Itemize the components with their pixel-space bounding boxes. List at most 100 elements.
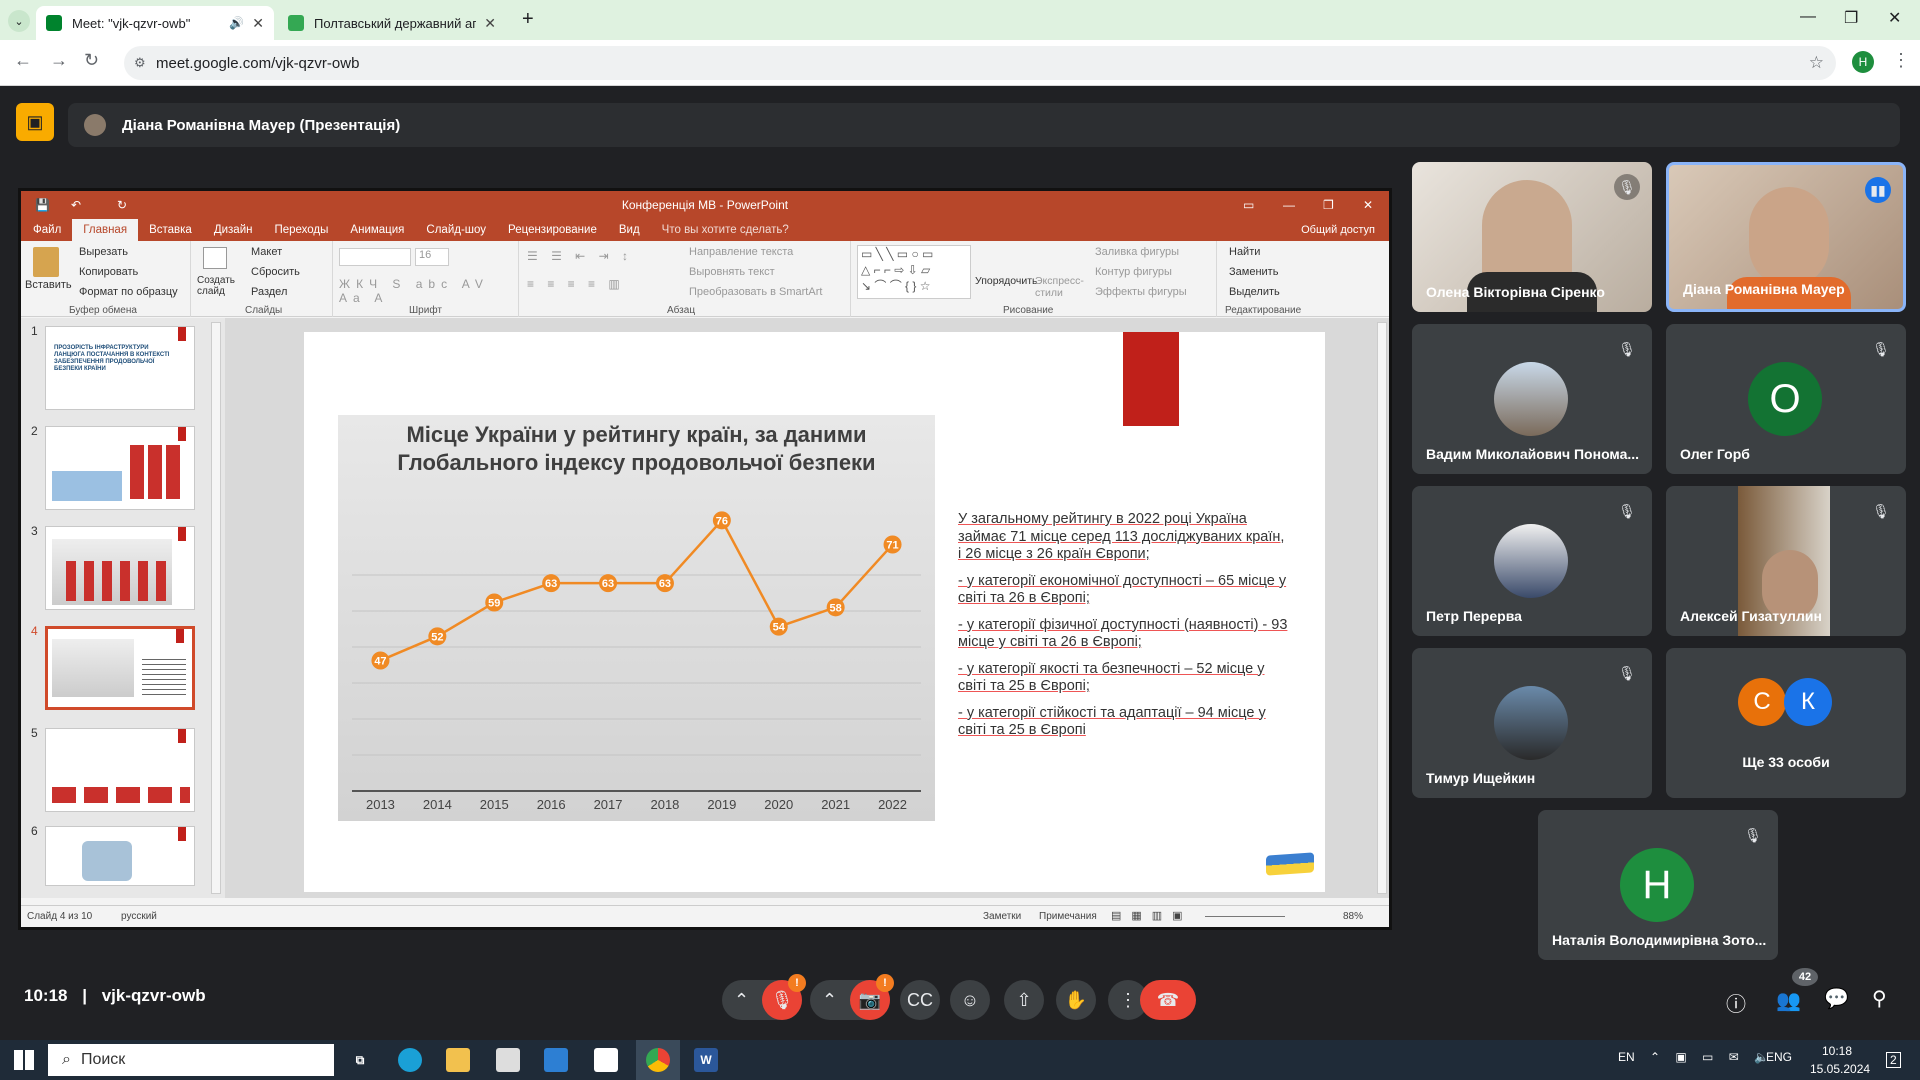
participant-tile[interactable]: ▮▮ Діана Романівна Мауер (1666, 162, 1906, 312)
back-icon[interactable]: ← (14, 50, 32, 71)
slide-thumbnail-6[interactable] (45, 826, 195, 886)
ppt-close-icon[interactable]: ✕ (1363, 191, 1373, 219)
tab-search-button[interactable]: ⌄ (8, 10, 30, 32)
chat-icon[interactable]: 💬 (1824, 986, 1849, 1011)
new-slide-icon[interactable] (203, 247, 227, 269)
tab-view[interactable]: Вид (608, 219, 651, 241)
shape-effects-button[interactable]: Эффекты фигуры (1095, 286, 1187, 298)
ppt-minimize-icon[interactable]: — (1283, 191, 1295, 219)
font-formatting-icons[interactable]: ЖКЧ S abc AV Aa A (339, 277, 518, 305)
ribbon-display-icon[interactable]: ▭ (1243, 191, 1254, 219)
redo-icon[interactable]: ↻ (117, 191, 127, 219)
site-info-icon[interactable]: ⚙ (134, 55, 146, 71)
captions-icon[interactable]: CC (900, 980, 940, 1020)
format-painter-button[interactable]: Формат по образцу (79, 286, 178, 298)
align-text-button[interactable]: Выровнять текст (689, 266, 775, 278)
tab-review[interactable]: Рецензирование (497, 219, 608, 241)
cut-button[interactable]: Вырезать (79, 246, 128, 258)
notes-button[interactable]: Заметки (983, 911, 1021, 922)
edge-icon[interactable] (398, 1048, 422, 1072)
participant-tile[interactable]: 🎙 Тимур Ищейкин (1412, 648, 1652, 798)
raise-hand-icon[interactable]: ✋ (1056, 980, 1096, 1020)
tab-design[interactable]: Дизайн (203, 219, 264, 241)
document-icon[interactable] (594, 1048, 618, 1072)
others-tile[interactable]: С К Ще 33 особи (1666, 648, 1906, 798)
clock-time[interactable]: 10:18 (1822, 1044, 1852, 1058)
tab-home[interactable]: Главная (72, 219, 139, 241)
tab-insert[interactable]: Вставка (138, 219, 203, 241)
quick-styles-button[interactable]: Экспресс-стили (1035, 275, 1085, 299)
close-window-icon[interactable]: ✕ (1888, 8, 1901, 28)
present-screen-icon[interactable]: ⇧ (1004, 980, 1044, 1020)
leave-call-button[interactable]: ☎ (1140, 980, 1196, 1020)
restore-icon[interactable]: ❐ (1844, 8, 1858, 28)
slide-thumbnail-5[interactable] (45, 728, 195, 812)
shapes-gallery[interactable]: ▭ ╲ ╲ ▭ ○ ▭ △ ⌐ ⌐ ⇨ ⇩ ▱ ↘ ⌒ ⌒ { } ☆ (857, 245, 971, 299)
stop-presenting-icon[interactable]: ▣ (16, 103, 54, 141)
task-view-icon[interactable]: ⧉ (348, 1048, 372, 1072)
participant-tile[interactable]: О 🎙 Олег Горб (1666, 324, 1906, 474)
tab-slideshow[interactable]: Слайд-шоу (415, 219, 497, 241)
layout-button[interactable]: Макет (251, 246, 282, 258)
new-tab-button[interactable]: + (522, 8, 534, 31)
slide-thumbnail-4[interactable] (45, 626, 195, 710)
copy-button[interactable]: Копировать (79, 266, 138, 278)
select-button[interactable]: Выделить (1229, 286, 1280, 298)
paste-button[interactable]: Вставить (25, 279, 72, 291)
participant-tile[interactable]: 🎙 Алексей Гизатуллин (1666, 486, 1906, 636)
input-language[interactable]: ENG (1766, 1050, 1792, 1064)
zoom-level[interactable]: 88% (1343, 911, 1363, 922)
tray-icons[interactable]: ⌃ ▣ ▭ ✉ 🔈 (1650, 1050, 1775, 1064)
paragraph-icons[interactable]: ☰ ☰ ⇤ ⇥ ↕ ≡ ≡ ≡ ≡ ▥ (527, 249, 633, 291)
tab-animation[interactable]: Анимация (339, 219, 415, 241)
shape-fill-button[interactable]: Заливка фигуры (1095, 246, 1179, 258)
people-icon[interactable]: 👥 (1776, 988, 1801, 1013)
chrome-icon[interactable] (646, 1048, 670, 1072)
slide[interactable]: Місце України у рейтингу країн, за даним… (304, 332, 1325, 892)
language-indicator[interactable]: русский (121, 911, 157, 922)
replace-button[interactable]: Заменить (1229, 266, 1278, 278)
undo-icon[interactable]: ↶ (71, 191, 81, 219)
forward-icon[interactable]: → (50, 50, 68, 71)
participant-tile[interactable]: Н 🎙 Наталія Володимирівна Зото... (1538, 810, 1778, 960)
taskbar-search-field[interactable]: ⌕ Поиск (48, 1044, 334, 1076)
participant-tile[interactable]: 🎙 Петр Перерва (1412, 486, 1652, 636)
tab-transitions[interactable]: Переходы (263, 219, 339, 241)
thumbs-scrollbar[interactable] (211, 322, 221, 894)
file-explorer-icon[interactable] (446, 1048, 470, 1072)
reload-icon[interactable]: ↻ (84, 50, 99, 71)
clock-date[interactable]: 15.05.2024 (1810, 1062, 1870, 1076)
font-size-field[interactable]: 16 (415, 248, 449, 266)
participant-tile[interactable]: 🎙 Вадим Миколайович Понома... (1412, 324, 1652, 474)
profile-avatar[interactable]: Н (1852, 51, 1874, 73)
ppt-restore-icon[interactable]: ❐ (1323, 191, 1334, 219)
canvas-scrollbar[interactable] (1377, 322, 1387, 894)
minimize-icon[interactable]: — (1800, 8, 1816, 26)
find-button[interactable]: Найти (1229, 246, 1260, 258)
slide-thumbnail-2[interactable] (45, 426, 195, 510)
reset-button[interactable]: Сбросить (251, 266, 300, 278)
emoji-icon[interactable]: ☺ (950, 980, 990, 1020)
comments-button[interactable]: Примечания (1039, 911, 1097, 922)
text-direction-button[interactable]: Направление текста (689, 246, 793, 258)
chart[interactable]: Місце України у рейтингу країн, за даним… (338, 415, 935, 821)
menu-dots-icon[interactable]: ⋮ (1892, 50, 1910, 71)
bookmark-star-icon[interactable]: ☆ (1809, 53, 1824, 73)
view-buttons[interactable]: ▤▦▥▣ (1111, 909, 1193, 922)
lang-indicator[interactable]: EN (1618, 1050, 1635, 1064)
tab-file[interactable]: Файл (21, 219, 72, 241)
paste-icon[interactable] (33, 247, 59, 277)
activities-icon[interactable]: ⚲ (1872, 986, 1887, 1011)
notifications-count[interactable]: 2 (1886, 1052, 1901, 1068)
arrange-button[interactable]: Упорядочить (975, 275, 1037, 287)
mail-icon[interactable] (544, 1048, 568, 1072)
word-icon[interactable]: W (694, 1048, 718, 1072)
zoom-slider[interactable] (1205, 916, 1285, 917)
store-icon[interactable] (496, 1048, 520, 1072)
new-slide-button[interactable]: Создать слайд (197, 275, 237, 297)
tab-poltava[interactable]: Полтавський державний агра ✕ (278, 6, 506, 40)
windows-start-icon[interactable] (14, 1050, 34, 1070)
shape-outline-button[interactable]: Контур фигуры (1095, 266, 1172, 278)
slide-thumbnail-1[interactable]: ПРОЗОРІСТЬ ІНФРАСТРУКТУРИ ЛАНЦЮГА ПОСТАЧ… (45, 326, 195, 410)
tab-meet[interactable]: Meet: "vjk-qzvr-owb" 🔊 ✕ (36, 6, 274, 40)
